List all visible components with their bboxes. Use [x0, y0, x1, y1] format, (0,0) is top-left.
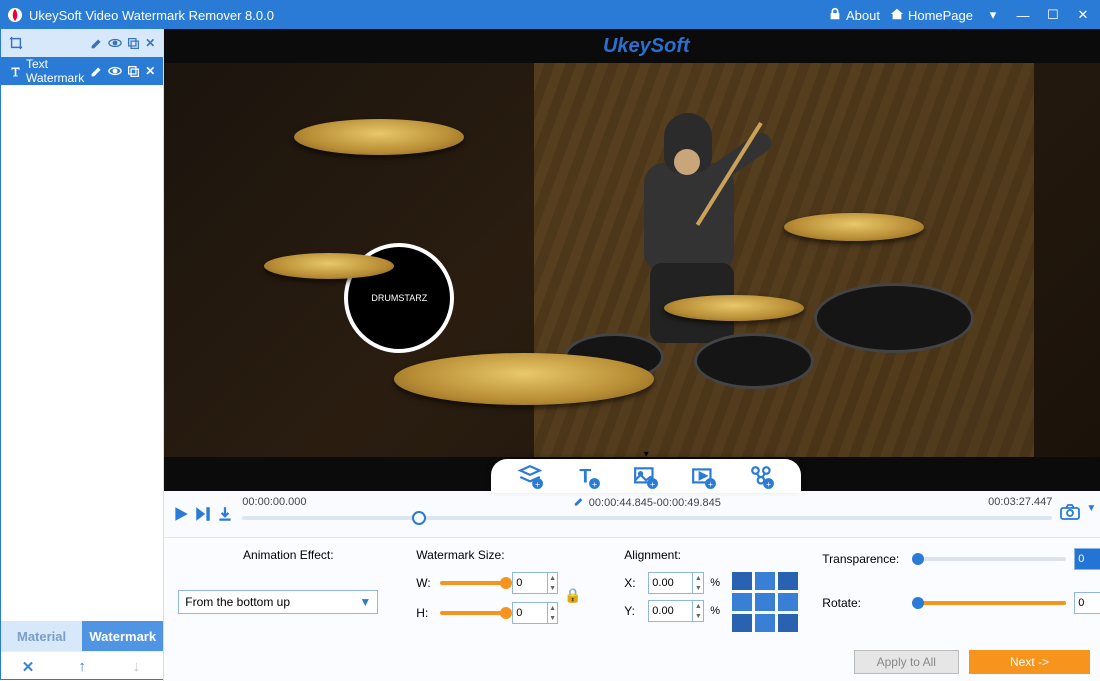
menu-dropdown-icon[interactable]: ▾: [983, 7, 1003, 23]
svg-text:+: +: [766, 479, 771, 489]
svg-text:+: +: [535, 479, 540, 489]
home-icon: [890, 7, 904, 24]
add-video-button[interactable]: +: [689, 463, 719, 491]
rotate-input[interactable]: ▲▼: [1074, 592, 1100, 614]
spin-down-icon[interactable]: ▼: [548, 583, 557, 593]
edit-icon[interactable]: [90, 37, 103, 50]
layer-header-base[interactable]: ✕: [1, 29, 163, 57]
timeline-end-time: 00:03:27.447: [988, 496, 1052, 508]
timeline-thumb[interactable]: [412, 511, 426, 525]
spin-up-icon[interactable]: ▲: [548, 573, 557, 583]
chevron-down-icon: ▼: [359, 595, 371, 609]
svg-text:+: +: [650, 479, 655, 489]
watermark-actions: ✕ ↑ ↓: [1, 651, 163, 681]
spin-down-icon[interactable]: ▼: [548, 613, 557, 623]
layer-label: Text Watermark: [26, 57, 84, 85]
move-up-button[interactable]: ↑: [72, 658, 92, 675]
text-icon: [9, 65, 22, 78]
w-label: W:: [416, 576, 434, 590]
transparence-slider[interactable]: [916, 557, 1066, 561]
add-image-button[interactable]: +: [631, 463, 661, 491]
transparence-input[interactable]: ▲▼: [1074, 548, 1100, 570]
apply-to-all-button[interactable]: Apply to All: [854, 650, 959, 674]
app-title: UkeySoft Video Watermark Remover 8.0.0: [29, 8, 828, 23]
width-slider[interactable]: [440, 581, 506, 585]
y-label: Y:: [624, 604, 642, 618]
layer-list-body: [1, 85, 163, 621]
video-frame: DRUMSTARZ: [164, 63, 1100, 457]
rotate-label: Rotate:: [822, 596, 908, 610]
move-down-button[interactable]: ↓: [126, 658, 146, 675]
sidebar: ✕ Text Watermark ✕ Material Watermark ✕ …: [1, 29, 164, 681]
homepage-link[interactable]: HomePage: [890, 7, 973, 24]
y-input[interactable]: ▲▼: [648, 600, 704, 622]
layer-header-text-watermark[interactable]: Text Watermark ✕: [1, 57, 163, 85]
timeline-start-time: 00:00:00.000: [242, 496, 306, 508]
duplicate-icon[interactable]: [127, 65, 140, 78]
snapshot-drop-icon[interactable]: ▼: [1086, 503, 1096, 526]
add-layer-button[interactable]: +: [515, 463, 545, 491]
close-window-button[interactable]: ✕: [1073, 7, 1093, 23]
edit-icon[interactable]: [90, 65, 103, 78]
edit-time-icon[interactable]: [574, 496, 585, 510]
collapse-caret-icon[interactable]: ▾: [644, 449, 649, 460]
sidebar-tabs: Material Watermark: [1, 621, 163, 651]
app-logo-icon: [7, 7, 23, 23]
maximize-button[interactable]: ☐: [1043, 7, 1063, 23]
svg-text:+: +: [592, 479, 597, 489]
close-icon[interactable]: ✕: [145, 64, 155, 78]
size-label: Watermark Size:: [416, 548, 606, 562]
minimize-button[interactable]: —: [1013, 8, 1033, 23]
add-text-button[interactable]: T+: [573, 463, 603, 491]
duplicate-icon[interactable]: [127, 37, 140, 50]
eye-icon[interactable]: [108, 36, 122, 50]
lock-aspect-icon[interactable]: 🔒: [564, 587, 581, 604]
export-button[interactable]: [216, 505, 234, 523]
delete-watermark-button[interactable]: ✕: [18, 658, 38, 676]
spin-up-icon[interactable]: ▲: [548, 603, 557, 613]
close-icon[interactable]: ✕: [145, 36, 155, 50]
timeline-bar: 00:00:00.000 00:00:44.845-00:00:49.845 0…: [164, 491, 1100, 537]
svg-text:+: +: [708, 479, 713, 489]
height-input[interactable]: ▲▼: [512, 602, 558, 624]
tab-material[interactable]: Material: [1, 621, 82, 651]
tab-watermark[interactable]: Watermark: [82, 621, 163, 651]
alignment-label: Alignment:: [624, 548, 804, 562]
title-bar: UkeySoft Video Watermark Remover 8.0.0 A…: [1, 1, 1099, 29]
watermark-text-overlay[interactable]: UkeySoft: [603, 35, 690, 58]
rotate-slider[interactable]: [916, 601, 1066, 605]
about-link[interactable]: About: [828, 7, 880, 24]
next-button[interactable]: Next ->: [969, 650, 1090, 674]
snapshot-button[interactable]: [1060, 503, 1080, 526]
play-button[interactable]: [172, 505, 190, 523]
eye-icon[interactable]: [108, 64, 122, 78]
alignment-grid[interactable]: [732, 572, 798, 632]
x-label: X:: [624, 576, 642, 590]
timeline-track[interactable]: 00:00:00.000 00:00:44.845-00:00:49.845 0…: [242, 494, 1052, 534]
add-toolbar: ▾ + T+ + + +: [491, 459, 801, 493]
width-input[interactable]: ▲▼: [512, 572, 558, 594]
animation-select[interactable]: From the bottom up ▼: [178, 590, 378, 614]
video-preview[interactable]: DRUMSTARZ UkeySoft ▾ + T+ + + +: [164, 29, 1100, 491]
h-label: H:: [416, 606, 434, 620]
step-button[interactable]: [194, 505, 212, 523]
lock-icon: [828, 7, 842, 24]
height-slider[interactable]: [440, 611, 506, 615]
timeline-playhead-time: 00:00:44.845-00:00:49.845: [574, 496, 721, 510]
animation-label: Animation Effect:: [178, 548, 398, 562]
transparence-label: Transparence:: [822, 552, 908, 566]
crop-icon[interactable]: [9, 36, 23, 50]
x-input[interactable]: ▲▼: [648, 572, 704, 594]
add-shape-button[interactable]: +: [747, 463, 777, 491]
